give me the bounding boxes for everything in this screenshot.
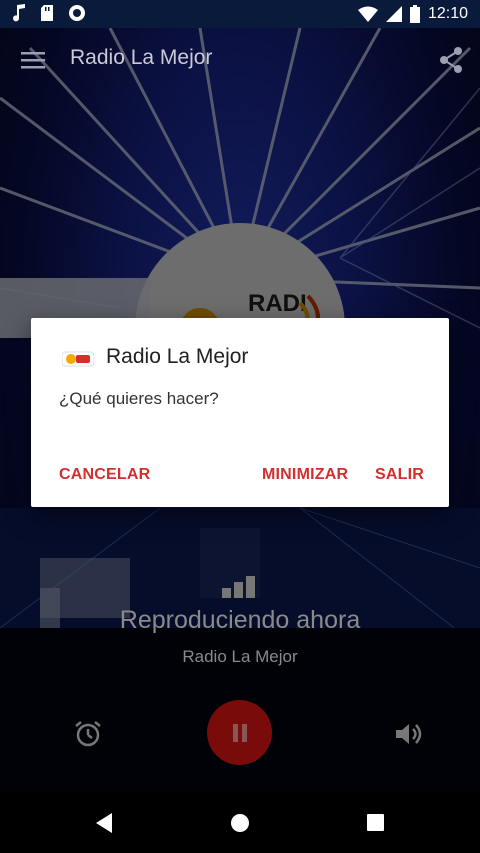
station-name: Radio La Mejor — [182, 647, 298, 666]
status-bar: 12:10 — [0, 0, 480, 28]
app-logo-icon — [62, 351, 94, 367]
sd-card-icon — [41, 5, 53, 21]
app-title: Radio La Mejor — [70, 46, 213, 69]
equalizer-icon — [222, 576, 255, 598]
share-icon[interactable] — [438, 46, 464, 74]
dialog-title: Radio La Mejor — [106, 345, 249, 368]
battery-icon — [409, 5, 420, 23]
home-icon[interactable] — [230, 812, 250, 834]
pause-icon — [232, 723, 247, 742]
record-icon — [69, 5, 85, 21]
system-nav-bar — [0, 792, 480, 853]
now-playing-label: Reproduciendo ahora — [119, 606, 361, 634]
exit-button[interactable]: SALIR — [375, 466, 424, 484]
minimize-button[interactable]: MINIMIZAR — [262, 466, 348, 484]
back-icon[interactable] — [94, 812, 114, 834]
clock: 12:10 — [427, 5, 468, 22]
volume-icon[interactable] — [394, 720, 424, 748]
cell-signal-icon — [385, 6, 402, 22]
hamburger-menu-icon[interactable] — [20, 48, 46, 72]
wifi-icon — [357, 6, 378, 22]
music-note-icon — [13, 4, 25, 22]
dialog-message: ¿Qué quieres hacer? — [59, 389, 219, 408]
play-pause-button[interactable] — [207, 700, 272, 765]
app-toolbar: Radio La Mejor — [0, 28, 480, 92]
alarm-icon[interactable] — [74, 720, 102, 748]
recents-icon[interactable] — [366, 812, 386, 834]
cancel-button[interactable]: CANCELAR — [59, 466, 150, 484]
exit-dialog: Radio La Mejor ¿Qué quieres hacer? CANCE… — [31, 318, 449, 507]
